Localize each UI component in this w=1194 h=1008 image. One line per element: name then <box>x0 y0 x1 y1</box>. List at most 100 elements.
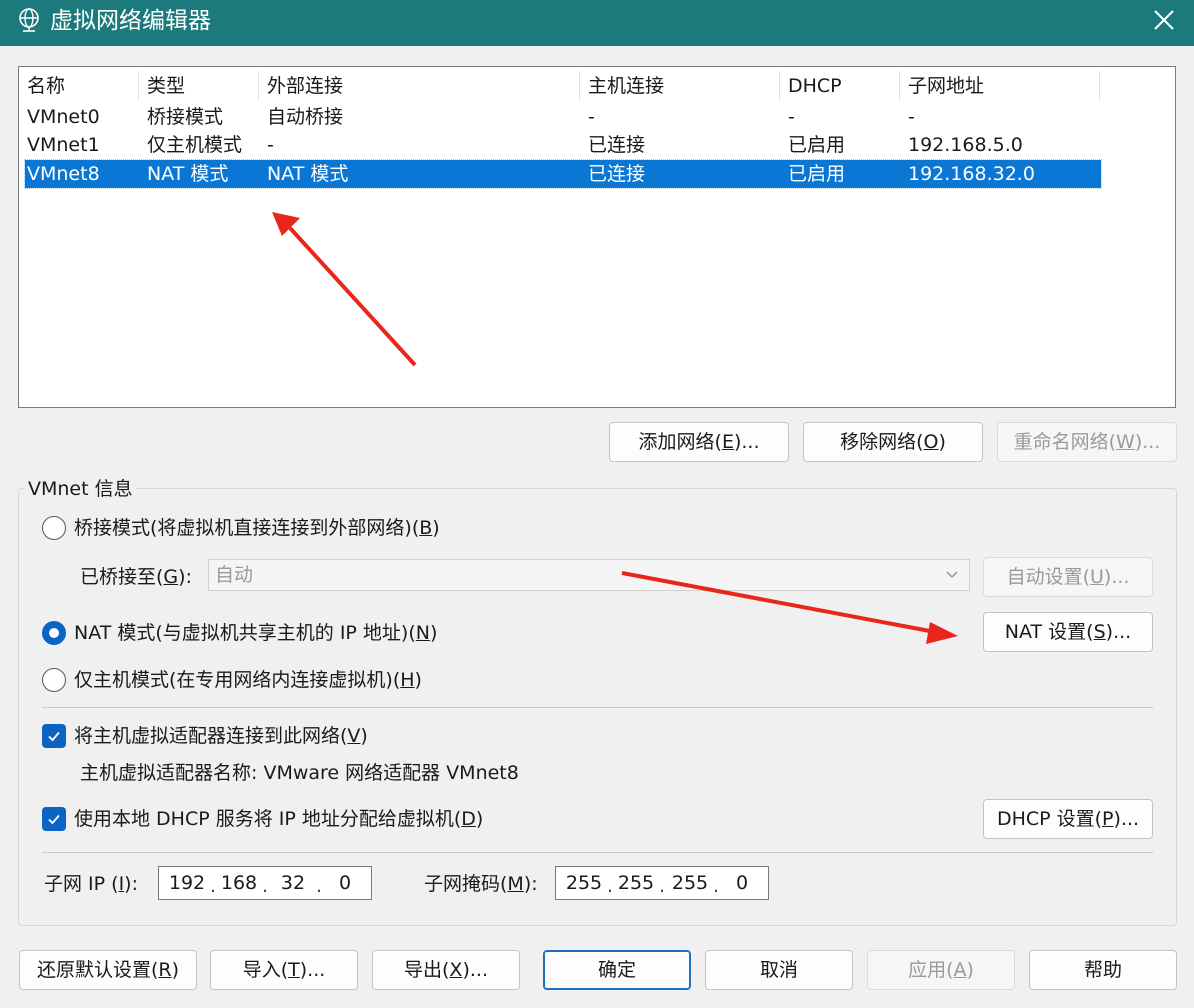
connect-adapter-label[interactable]: 将主机虚拟适配器连接到此网络(V) <box>74 722 368 750</box>
mask-octet[interactable]: 0 <box>722 867 762 899</box>
bridged-to-tail: ): <box>178 566 192 588</box>
nat-settings-tail: )... <box>1105 621 1132 643</box>
connect-adapter-checkbox[interactable] <box>42 724 66 748</box>
close-button[interactable] <box>1140 0 1194 46</box>
column-header-dhcp[interactable]: DHCP <box>780 71 900 101</box>
connect-adapter-text: 将主机虚拟适配器连接到此网络( <box>74 725 348 747</box>
cell-subnet: 192.168.5.0 <box>908 134 1023 156</box>
dhcp-settings-label: DHCP 设置( <box>996 808 1103 830</box>
cell-host: 已连接 <box>588 163 646 185</box>
bridged-to-label: 已桥接至(G): <box>80 563 192 591</box>
subnet-ip-input[interactable]: 192 . 168 . 32 . 0 <box>158 866 372 900</box>
remove-network-hotkey: O <box>923 431 939 453</box>
cell-type: 桥接模式 <box>147 106 224 128</box>
rename-network-label: 重命名网络( <box>1013 431 1117 453</box>
bridged-to-select[interactable]: 自动 <box>208 559 970 591</box>
subnet-mask-hotkey: M <box>507 873 524 895</box>
network-list[interactable]: 名称 类型 外部连接 主机连接 DHCP 子网地址 VMnet0 桥接模式 自动… <box>18 66 1176 408</box>
cell-type: NAT 模式 <box>147 163 229 185</box>
column-header-type[interactable]: 类型 <box>139 71 259 101</box>
cell-external: 自动桥接 <box>267 106 344 128</box>
table-row[interactable]: VMnet0 桥接模式 自动桥接 - - - <box>25 103 1101 131</box>
subnet-mask-input[interactable]: 255 . 255 . 255 . 0 <box>555 866 769 900</box>
cell-subnet: 192.168.32.0 <box>908 163 1035 185</box>
export-button[interactable]: 导出(X)... <box>372 950 520 990</box>
add-network-button[interactable]: 添加网络(E)... <box>609 422 789 462</box>
nat-tail: ) <box>429 622 438 644</box>
table-row[interactable]: VMnet1 仅主机模式 - 已连接 已启用 192.168.5.0 <box>25 131 1101 159</box>
cell-dhcp: 已启用 <box>788 163 846 185</box>
restore-hotkey: R <box>158 959 172 981</box>
rename-network-button[interactable]: 重命名网络(W)... <box>997 422 1177 462</box>
import-button[interactable]: 导入(T)... <box>210 950 358 990</box>
ip-dot: . <box>209 875 217 897</box>
mask-octet[interactable]: 255 <box>616 867 656 899</box>
column-header-name[interactable]: 名称 <box>19 71 139 101</box>
title-bar: 虚拟网络编辑器 <box>0 0 1194 46</box>
ip-dot: . <box>315 875 323 897</box>
dhcp-settings-button[interactable]: DHCP 设置(P)... <box>983 799 1153 839</box>
cell-host: - <box>588 106 595 128</box>
apply-tail: ) <box>966 959 974 981</box>
cell-external: NAT 模式 <box>267 163 349 185</box>
auto-settings-button[interactable]: 自动设置(U)... <box>983 557 1153 597</box>
column-header-external[interactable]: 外部连接 <box>259 71 580 101</box>
use-dhcp-hotkey: D <box>461 808 476 830</box>
cell-host: 已连接 <box>588 134 646 156</box>
checkmark-icon <box>48 731 60 742</box>
cell-external: - <box>267 134 274 156</box>
table-row-selected[interactable]: VMnet8 NAT 模式 NAT 模式 已连接 已启用 192.168.32.… <box>24 159 1102 189</box>
ip-octet[interactable]: 32 <box>273 867 313 899</box>
cell-dhcp: - <box>788 106 795 128</box>
add-network-tail: )... <box>733 431 760 453</box>
mask-dot: . <box>658 875 666 897</box>
apply-label: 应用( <box>908 959 954 981</box>
connect-adapter-tail: ) <box>360 725 368 747</box>
column-header-host[interactable]: 主机连接 <box>580 71 780 101</box>
bridged-label[interactable]: 桥接模式(将虚拟机直接连接到外部网络)(B) <box>74 514 440 542</box>
window-title: 虚拟网络编辑器 <box>50 8 211 34</box>
cancel-button[interactable]: 取消 <box>705 950 853 990</box>
dhcp-settings-tail: )... <box>1113 808 1140 830</box>
separator <box>42 707 1153 708</box>
cell-name: VMnet0 <box>27 106 100 128</box>
subnet-ip-label: 子网 IP (I): <box>44 870 138 898</box>
globe-icon <box>16 7 42 33</box>
import-label: 导入( <box>242 959 289 981</box>
apply-button[interactable]: 应用(A) <box>867 950 1015 990</box>
apply-hotkey: A <box>953 959 967 981</box>
separator <box>42 852 1153 853</box>
mask-octet[interactable]: 255 <box>564 867 604 899</box>
cell-name: VMnet1 <box>27 134 100 156</box>
restore-defaults-button[interactable]: 还原默认设置(R) <box>19 950 197 990</box>
export-tail: )... <box>462 959 488 981</box>
rename-network-tail: )... <box>1134 431 1161 453</box>
host-only-radio[interactable] <box>42 668 66 692</box>
column-header-subnet[interactable]: 子网地址 <box>900 71 1100 101</box>
use-dhcp-label[interactable]: 使用本地 DHCP 服务将 IP 地址分配给虚拟机(D) <box>74 805 483 833</box>
nat-label[interactable]: NAT 模式(与虚拟机共享主机的 IP 地址)(N) <box>74 619 437 647</box>
ip-octet[interactable]: 0 <box>325 867 365 899</box>
ip-octet[interactable]: 192 <box>167 867 207 899</box>
export-hotkey: X <box>449 959 463 981</box>
use-dhcp-checkbox[interactable] <box>42 807 66 831</box>
ok-button[interactable]: 确定 <box>543 950 691 990</box>
help-button[interactable]: 帮助 <box>1029 950 1177 990</box>
remove-network-button[interactable]: 移除网络(O) <box>803 422 983 462</box>
mask-octet[interactable]: 255 <box>670 867 710 899</box>
close-icon <box>1154 10 1174 30</box>
nat-radio[interactable] <box>42 621 66 645</box>
nat-settings-button[interactable]: NAT 设置(S)... <box>983 612 1153 652</box>
mask-dot: . <box>712 875 720 897</box>
ip-dot: . <box>261 875 269 897</box>
auto-settings-hotkey: U <box>1089 566 1104 588</box>
host-only-hotkey: H <box>400 669 415 691</box>
bridged-hotkey: B <box>419 517 433 539</box>
bridged-radio[interactable] <box>42 516 66 540</box>
vmnet-info-title: VMnet 信息 <box>24 476 137 502</box>
export-label: 导出( <box>404 959 450 981</box>
host-only-label[interactable]: 仅主机模式(在专用网络内连接虚拟机)(H) <box>74 666 422 694</box>
ip-octet[interactable]: 168 <box>219 867 259 899</box>
subnet-mask-label: 子网掩码(M): <box>424 870 538 898</box>
cell-name: VMnet8 <box>27 163 100 185</box>
